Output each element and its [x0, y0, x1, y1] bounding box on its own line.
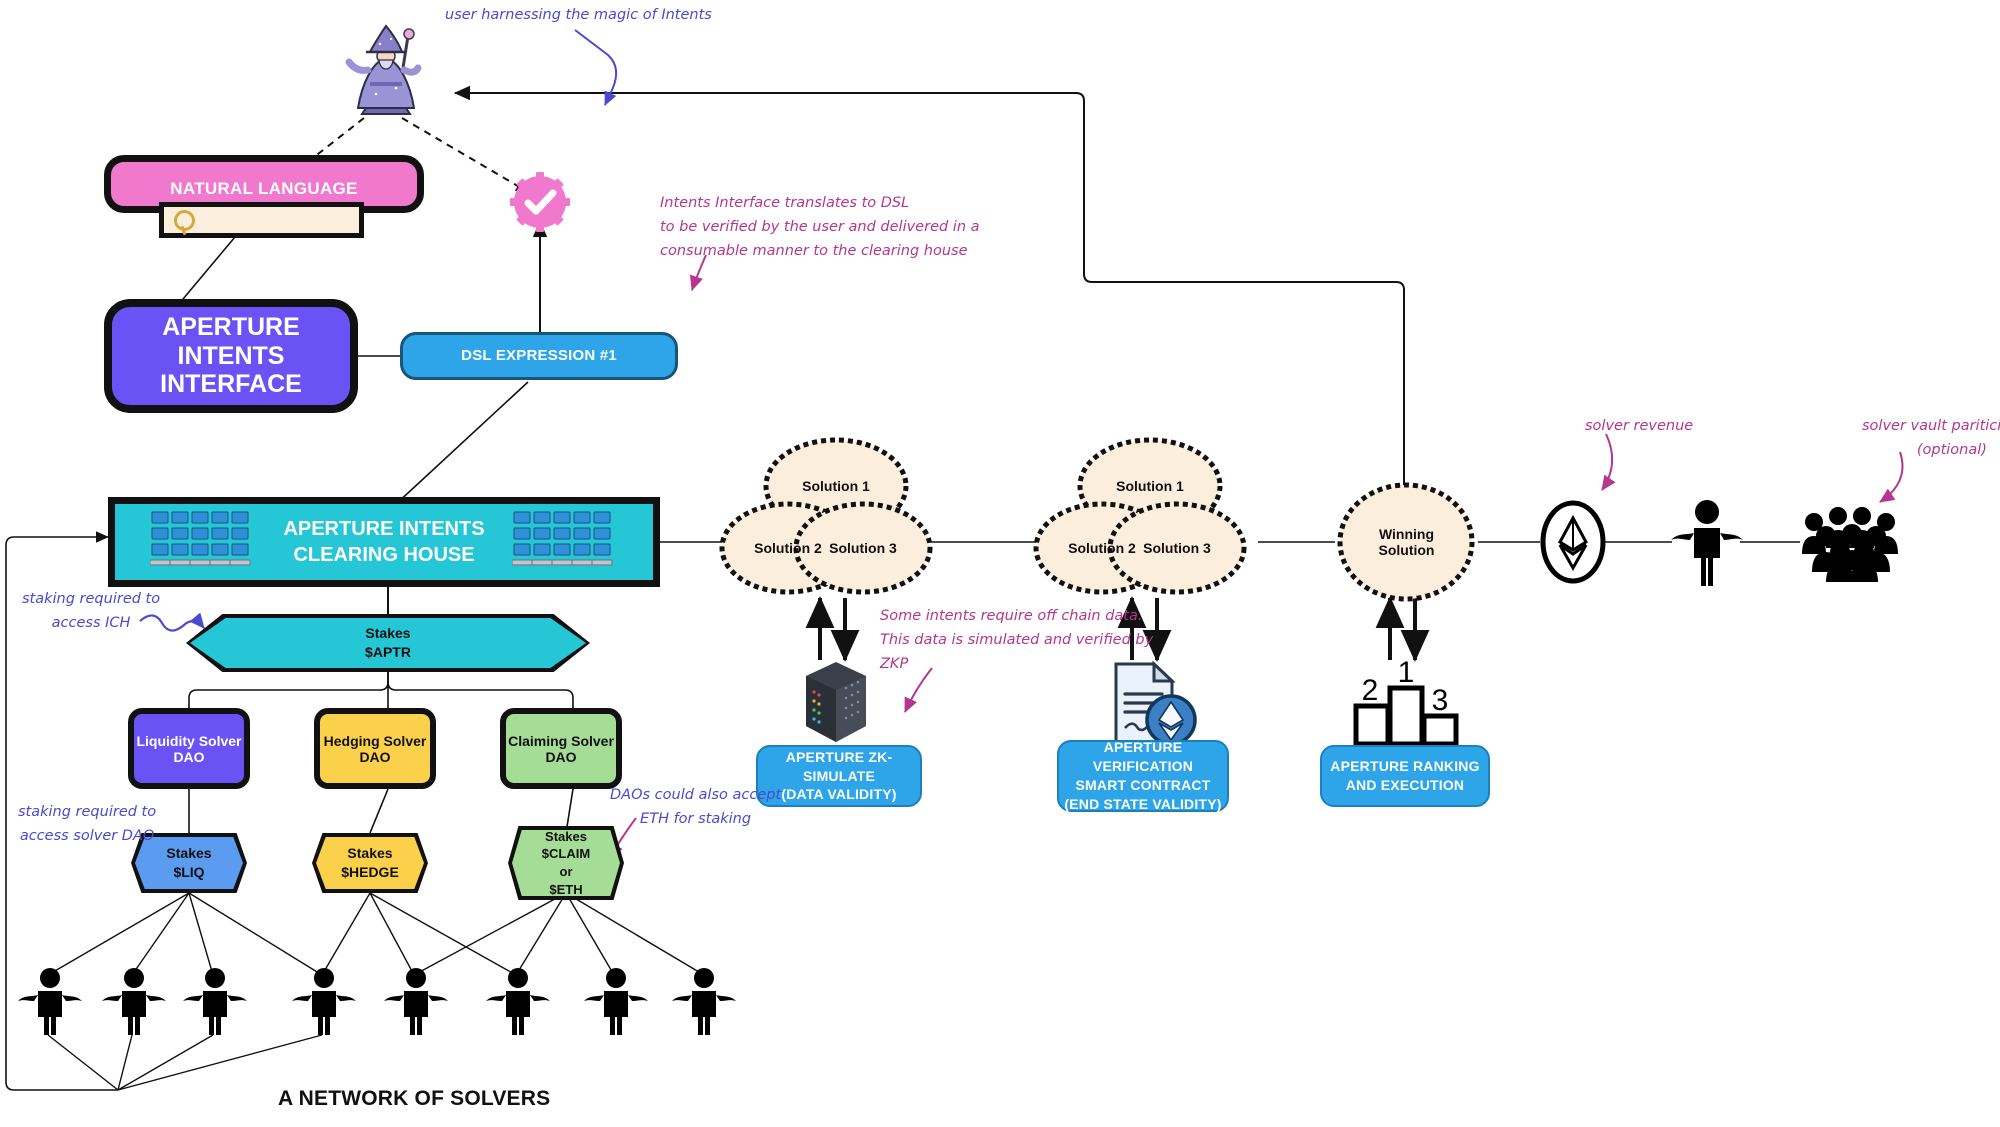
podium-rank-1: 1	[1398, 656, 1415, 689]
winning-solution-line2: Solution	[1378, 542, 1435, 558]
solver-person-icon	[14, 965, 86, 1037]
laptop-farm-icon	[149, 508, 260, 576]
aperture-verification-line3: (END STATE VALIDITY)	[1064, 795, 1222, 812]
network-of-solvers-caption: A NETWORK OF SOLVERS	[278, 1087, 551, 1110]
aperture-verification-line2: SMART CONTRACT	[1075, 777, 1211, 793]
solver-person-icon	[580, 965, 652, 1037]
dsl-expression-label: DSL EXPRESSION #1	[461, 346, 617, 364]
aperture-zk-simulate-line1: APERTURE ZK-SIMULATE	[785, 748, 893, 784]
solution-label: Solution 3	[1143, 540, 1211, 556]
podium-rank-3: 3	[1432, 684, 1449, 717]
solution-label: Solution 2	[1068, 540, 1136, 556]
magnifier-icon	[174, 209, 195, 231]
aperture-verification-smart-contract-box[interactable]: APERTURE VERIFICATION SMART CONTRACT (EN…	[1057, 739, 1229, 812]
clearing-house-line1: APERTURE INTENTS	[283, 518, 485, 540]
wizard-icon	[336, 22, 436, 122]
aperture-zk-simulate-line2: (DATA VALIDITY)	[781, 786, 897, 803]
aperture-intents-interface-line1: APERTURE INTENTS	[162, 312, 300, 370]
search-input[interactable]	[159, 202, 364, 238]
aperture-ranking-line2: AND EXECUTION	[1345, 777, 1465, 793]
hedging-solver-dao-label: Hedging Solver DAO	[323, 732, 427, 765]
solver-person-icon	[179, 965, 251, 1037]
solution-label: Solution 3	[829, 540, 897, 556]
podium-rank-2: 2	[1362, 674, 1379, 707]
solver-person-icon	[380, 965, 452, 1037]
solver-person-icon	[668, 965, 740, 1037]
clearing-house-line2: CLEARING HOUSE	[293, 544, 475, 566]
verified-check-icon	[508, 170, 572, 234]
stakes-hedge-hexagon[interactable]: Stakes $HEDGE	[312, 833, 428, 893]
aperture-intents-interface-line2: INTERFACE	[160, 370, 302, 399]
stakes-hedge-line1: Stakes	[347, 845, 393, 862]
stakes-claim-line1: Stakes	[545, 828, 587, 844]
dsl-expression-box[interactable]: DSL EXPRESSION #1	[400, 332, 678, 380]
solver-person-icon	[482, 965, 554, 1037]
off-chain-data-note: Some intents require off chain data. Thi…	[880, 608, 1154, 672]
user-harnessing-note: user harnessing the magic of Intents	[445, 7, 712, 23]
podium-icon: 2 1 3	[1346, 654, 1466, 748]
solver-person-icon	[288, 965, 360, 1037]
stakes-liq-line1: Stakes	[166, 845, 212, 862]
solution-label: Solution 2	[754, 540, 822, 556]
stakes-claim-line4: $ETH	[549, 881, 583, 897]
hedging-solver-dao-box[interactable]: Hedging Solver DAO	[314, 708, 436, 789]
aperture-ranking-line1: APERTURE RANKING	[1330, 758, 1480, 775]
stakes-aptr-line2: $APTR	[365, 644, 411, 660]
staking-solver-dao-note: staking required to access solver DAO	[18, 804, 157, 844]
liquidity-solver-dao-label: Liquidity Solver DAO	[136, 732, 242, 765]
solver-revenue-note: solver revenue	[1585, 418, 1694, 434]
ethereum-coin-icon	[1539, 500, 1607, 584]
stakes-claim-line3: or	[559, 864, 573, 879]
solver-vault-participants-note: solver vault pariticipants (optional)	[1862, 418, 2000, 458]
stakes-hedge-line2: $HEDGE	[341, 864, 399, 880]
aperture-verification-line1: APERTURE VERIFICATION	[1092, 739, 1194, 775]
claiming-solver-dao-box[interactable]: Claiming Solver DAO	[500, 708, 622, 789]
winning-solution-line1: Winning	[1378, 526, 1435, 542]
stakes-claim-line2: $CLAIM	[541, 846, 591, 862]
solution-label: Solution 1	[1116, 478, 1184, 494]
solution-label: Solution 1	[802, 478, 870, 494]
winning-solution-cloud[interactable]: Winning Solution	[1335, 480, 1478, 604]
stakes-aptr-line1: Stakes	[365, 625, 411, 642]
liquidity-solver-dao-box[interactable]: Liquidity Solver DAO	[128, 708, 250, 789]
solver-person-icon	[98, 965, 170, 1037]
daos-eth-staking-note: DAOs could also accept ETH for staking	[610, 787, 782, 827]
stakes-aptr-hexagon[interactable]: Stakes $APTR	[186, 614, 590, 672]
server-rack-icon	[798, 660, 874, 744]
staking-ich-note: staking required to access ICH	[22, 591, 161, 631]
crowd-of-people-icon	[1796, 502, 1908, 582]
claiming-solver-dao-label: Claiming Solver DAO	[508, 732, 614, 765]
solver-person-icon	[1668, 496, 1746, 588]
stakes-liq-line2: $LIQ	[173, 864, 205, 880]
stakes-claim-hexagon[interactable]: Stakes $CLAIM or $ETH	[508, 826, 624, 900]
aperture-intents-interface-box[interactable]: APERTURE INTENTS INTERFACE	[104, 299, 358, 413]
intents-interface-translation-note: Intents Interface translates to DSL to b…	[660, 195, 980, 259]
aperture-ranking-and-execution-box[interactable]: APERTURE RANKING AND EXECUTION	[1320, 745, 1490, 807]
laptop-farm-icon	[511, 508, 622, 576]
